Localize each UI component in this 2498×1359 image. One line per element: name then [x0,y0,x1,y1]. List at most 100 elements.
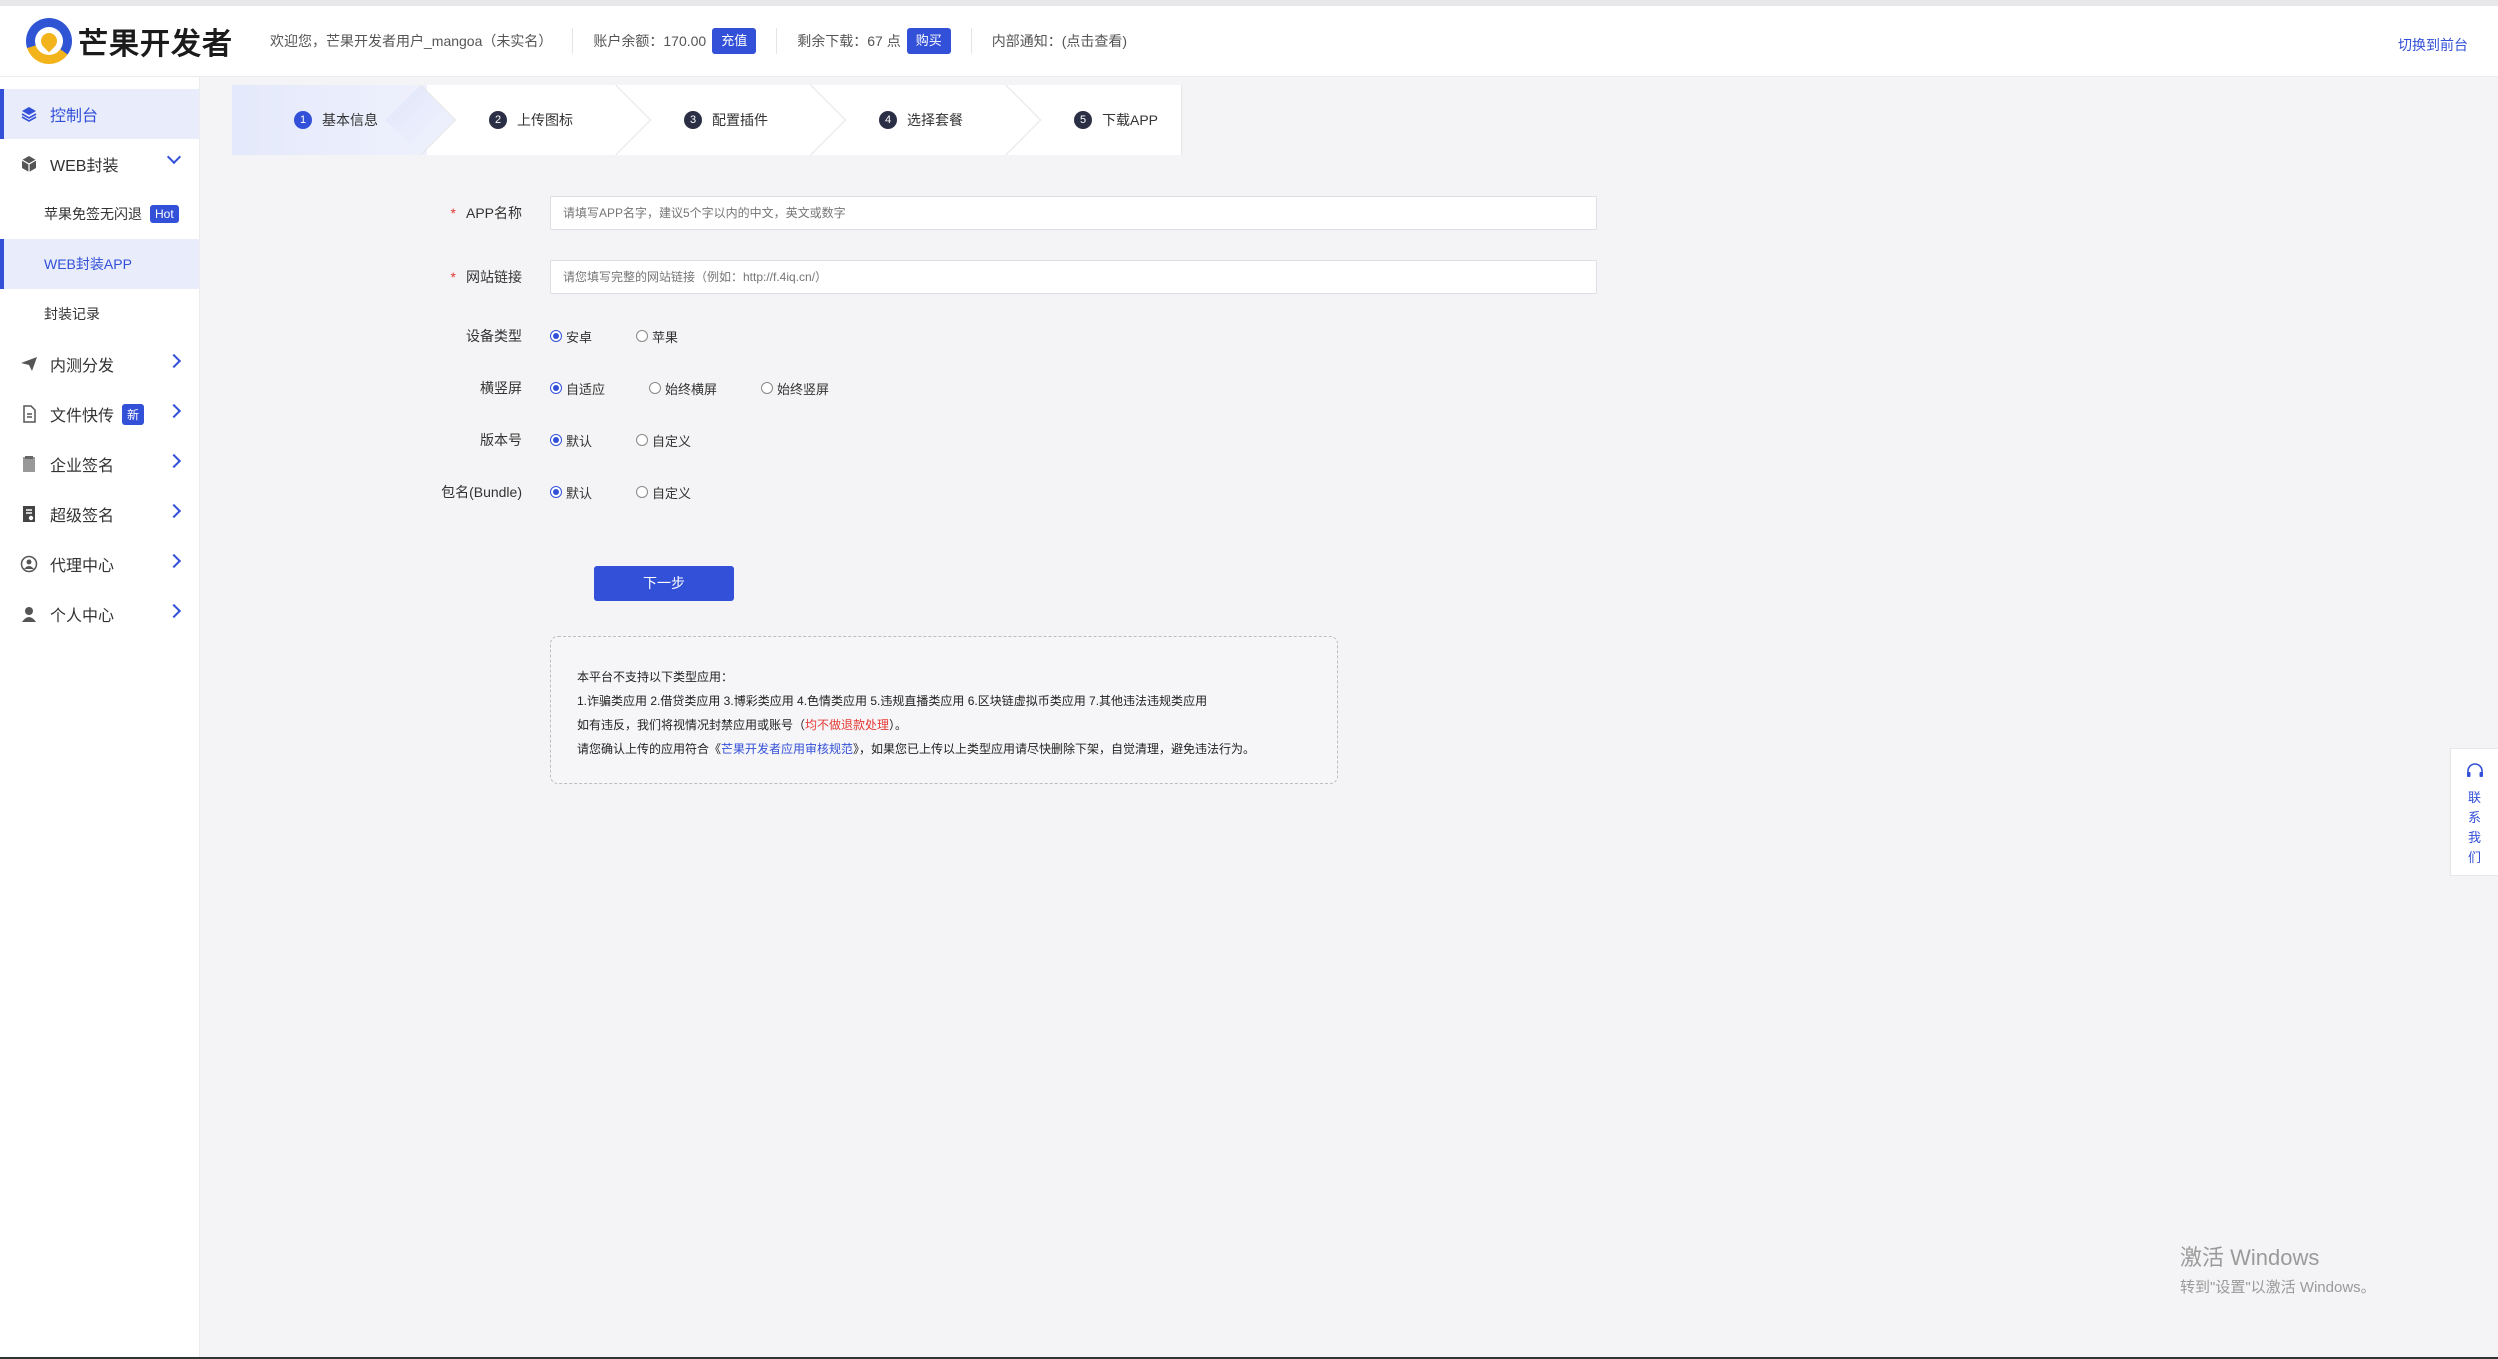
sidebar-item-dashboard[interactable]: 控制台 [0,89,199,139]
radio-label: 自定义 [652,485,692,501]
step-number: 4 [879,111,897,129]
notice-text: 如有违反，我们将视情况封禁应用或账号（ [577,718,806,732]
switch-frontend-link[interactable]: 切换到前台 [2398,35,2468,55]
site-url-label: * 网站链接 [0,267,550,287]
chevron-right-icon [166,553,182,569]
step-label: 基本信息 [322,112,378,128]
sidebar-item-label: 代理中心 [50,558,115,575]
radio-bundle-custom[interactable]: 自定义 [636,483,691,502]
device-type-label: 设备类型 [466,328,522,344]
welcome-text: 欢迎您，芒果开发者用户_mangoa（未实名） [270,33,553,49]
chevron-right-icon [166,453,182,469]
contact-us-float[interactable]: 联 系 我 们 [2450,748,2498,876]
radio-label: 苹果 [652,329,679,345]
chevron-right-icon [166,503,182,519]
radio-label: 自定义 [652,433,692,449]
bundle-row: 包名(Bundle) 默认 自定义 [0,482,1700,502]
contact-char: 系 [2467,810,2481,825]
balance-group: 账户余额：170.00 充值 [593,27,757,55]
contact-char: 我 [2467,830,2481,845]
user-icon [18,603,40,625]
sidebar-item-agent-center[interactable]: 代理中心 [0,539,199,589]
radio-portrait[interactable]: 始终竖屏 [761,379,829,398]
app-name-input[interactable] [550,196,1597,230]
radio-bundle-default[interactable]: 默认 [550,483,592,502]
certificate-icon [18,503,40,525]
step-number: 3 [684,111,702,129]
new-badge: 新 [122,403,145,425]
internal-notice-link[interactable]: 内部通知：(点击查看) [992,27,1127,55]
notice-text: ）。 [889,718,908,732]
chevron-down-icon [166,149,182,165]
required-mark: * [450,205,456,221]
radio-label: 始终横屏 [665,381,718,397]
notice-line: 本平台不支持以下类型应用： [577,670,734,684]
app-name-label: * APP名称 [0,203,550,223]
headset-icon [2465,761,2485,784]
radio-adaptive[interactable]: 自适应 [550,379,605,398]
radio-dot [550,486,562,498]
radio-dot [550,434,562,446]
file-icon [18,403,40,425]
watermark-subtitle: 转到"设置"以激活 Windows。 [2180,1279,2376,1296]
label-text: 网站链接 [466,269,522,285]
radio-apple[interactable]: 苹果 [636,327,678,346]
sidebar-item-label: WEB封装 [50,158,119,175]
no-refund-text: 均不做退款处理 [805,718,890,732]
radio-version-custom[interactable]: 自定义 [636,431,691,450]
recharge-button[interactable]: 充值 [712,28,757,54]
buy-button[interactable]: 购买 [906,28,951,54]
chevron-right-icon [166,603,182,619]
radio-dot [550,382,562,394]
contact-char: 联 [2467,790,2481,805]
radio-android[interactable]: 安卓 [550,327,592,346]
sidebar-item-personal-center[interactable]: 个人中心 [0,589,199,639]
step-basic-info: 1 基本信息 [232,85,427,155]
layers-icon [18,103,40,125]
radio-label: 自适应 [566,381,606,397]
sidebar-item-label: 内测分发 [50,358,115,375]
top-header: 芒果开发者 欢迎您，芒果开发者用户_mangoa（未实名） 账户余额：170.0… [0,0,2498,77]
sidebar-item-label: 个人中心 [50,608,115,625]
sidebar-item-web-wrap[interactable]: WEB封装 [0,139,199,189]
radio-dot [761,382,774,394]
radio-dot [649,382,662,394]
step-number: 5 [1074,111,1092,129]
header-divider [776,28,778,54]
header-divider [970,28,972,54]
orientation-label: 横竖屏 [480,380,522,396]
step-number: 1 [294,111,312,129]
version-row: 版本号 默认 自定义 [0,430,1700,450]
watermark-title: 激活 Windows [2180,1245,2320,1270]
bundle-label: 包名(Bundle) [441,484,522,500]
document-icon [18,453,40,475]
radio-version-default[interactable]: 默认 [550,431,592,450]
radio-dot [636,486,649,498]
windows-activation-watermark: 激活 Windows 转到"设置"以激活 Windows。 [2180,1240,2376,1297]
logo-icon [26,18,72,64]
sidebar-item-label: 封装记录 [44,306,100,322]
step-number: 2 [489,111,507,129]
app-name-row: * APP名称 [0,196,1700,230]
radio-label: 安卓 [566,329,593,345]
notice-text: 请您确认上传的应用符合《 [577,742,722,756]
radio-dot [636,330,649,342]
site-url-input[interactable] [550,260,1597,294]
notice-line: 请您确认上传的应用符合《芒果开发者应用审核规范》，如果您已上传以上类型应用请尽快… [577,737,1311,761]
step-label: 选择套餐 [907,112,963,128]
logo[interactable]: 芒果开发者 [26,18,256,64]
chevron-right-icon [166,353,182,369]
radio-dot [550,330,562,342]
sidebar-item-label: 企业签名 [50,458,115,475]
step-label: 配置插件 [712,112,768,128]
next-step-button[interactable]: 下一步 [594,566,734,601]
radio-label: 默认 [566,433,593,449]
radio-landscape[interactable]: 始终横屏 [649,379,717,398]
review-policy-link[interactable]: 芒果开发者应用审核规范 [721,742,853,756]
radio-label: 始终竖屏 [777,381,830,397]
sidebar-item-label: 超级签名 [50,508,115,525]
balance-text: 账户余额：170.00 [593,33,707,49]
label-text: APP名称 [465,205,522,221]
paper-plane-icon [18,353,40,375]
contact-char: 们 [2467,850,2481,865]
